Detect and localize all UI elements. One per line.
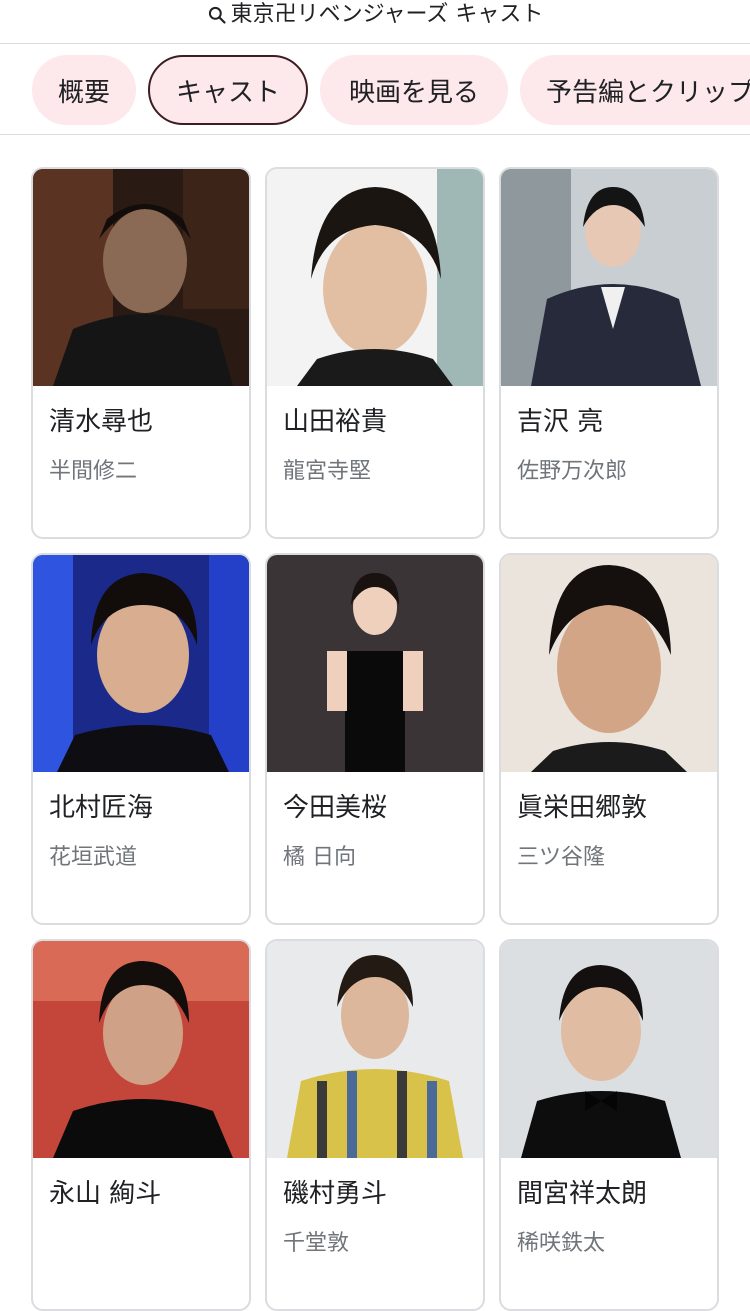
actor-photo [267,169,483,386]
character-name: 千堂敦 [283,1231,350,1256]
character-name: 稀咲鉄太 [517,1231,606,1256]
character-name: 龍宮寺堅 [283,459,372,484]
search-query-text: 東京卍リベンジャーズ キャスト [230,2,544,27]
actor-photo [501,941,717,1158]
actor-photo [267,941,483,1158]
character-name: 三ツ谷隆 [517,845,606,870]
tab-watch-movie[interactable]: 映画を見る [320,55,508,125]
cast-card[interactable]: 眞栄田郷敦 三ツ谷隆 [499,553,719,925]
character-name: 半間修二 [49,459,138,484]
actor-name: 清水尋也 [49,407,154,437]
tab-chip-bar: 概要 キャスト 映画を見る 予告編とクリップ [0,45,750,135]
tab-label: キャスト [175,77,280,108]
character-name: 花垣武道 [49,845,138,870]
actor-name: 眞栄田郷敦 [517,793,648,823]
tab-overview[interactable]: 概要 [32,55,136,125]
actor-photo [267,555,483,772]
actor-name: 北村匠海 [49,793,154,823]
cast-card[interactable]: 吉沢 亮 佐野万次郎 [499,167,719,539]
actor-name: 永山 絢斗 [49,1179,162,1209]
actor-name: 磯村勇斗 [283,1179,388,1209]
actor-name: 山田裕貴 [283,407,388,437]
actor-photo [501,555,717,772]
actor-photo [33,169,249,386]
character-name: 橘 日向 [283,845,356,870]
search-icon [208,6,226,24]
character-name: 佐野万次郎 [517,459,628,484]
tab-label: 概要 [57,77,110,108]
tab-trailers-clips[interactable]: 予告編とクリップ [520,55,750,125]
tab-label: 予告編とクリップ [546,77,750,108]
cast-card[interactable]: 今田美桜 橘 日向 [265,553,485,925]
actor-name: 今田美桜 [283,793,388,823]
cast-card[interactable]: 山田裕貴 龍宮寺堅 [265,167,485,539]
actor-name: 吉沢 亮 [517,407,604,437]
cast-card[interactable]: 清水尋也 半間修二 [31,167,251,539]
actor-photo [33,555,249,772]
actor-name: 間宮祥太朗 [517,1179,648,1209]
cast-card[interactable]: 間宮祥太朗 稀咲鉄太 [499,939,719,1311]
cast-card[interactable]: 磯村勇斗 千堂敦 [265,939,485,1311]
cast-card[interactable]: 永山 絢斗 [31,939,251,1311]
tab-cast[interactable]: キャスト [148,55,308,125]
actor-photo [33,941,249,1158]
tab-label: 映画を見る [348,77,479,108]
cast-card[interactable]: 北村匠海 花垣武道 [31,553,251,925]
search-query[interactable]: 東京卍リベンジャーズ キャスト [207,2,544,28]
search-query-bar[interactable]: 東京卍リベンジャーズ キャスト [0,0,750,44]
actor-photo [501,169,717,386]
